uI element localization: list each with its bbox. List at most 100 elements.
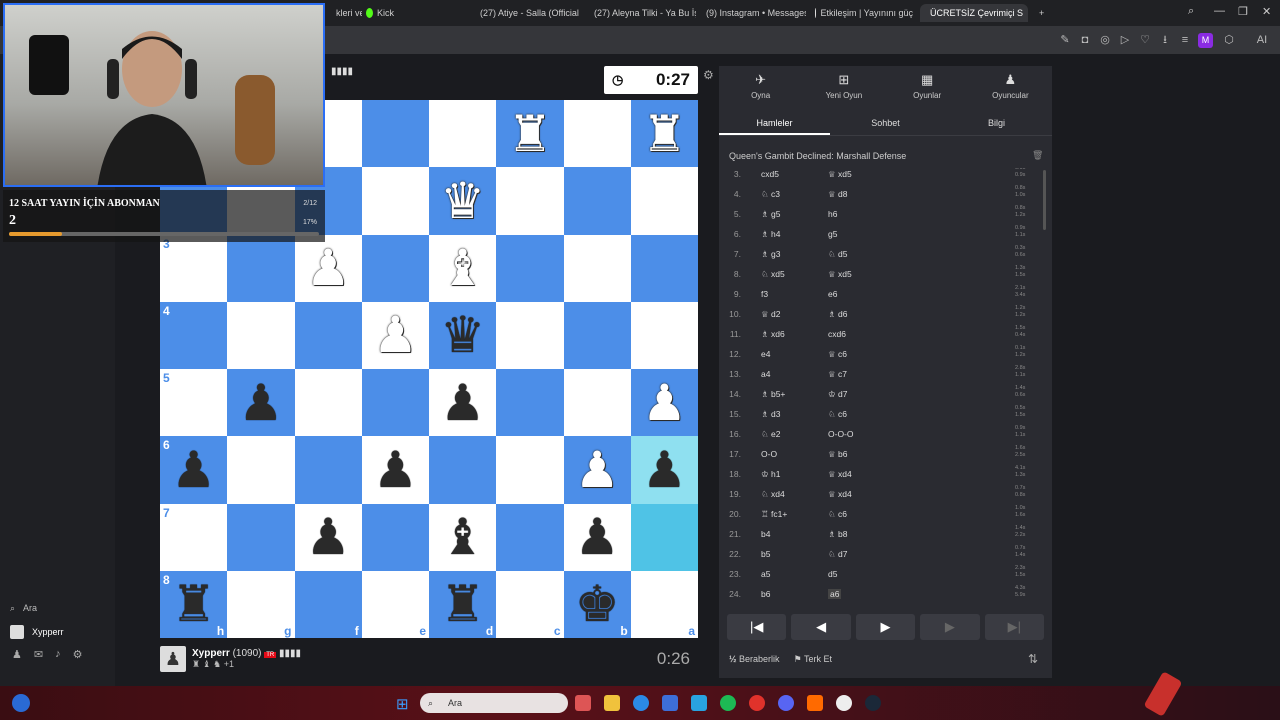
player-name[interactable]: Xypperr bbox=[192, 648, 230, 659]
board-square[interactable] bbox=[361, 369, 429, 437]
board-square[interactable] bbox=[361, 167, 429, 235]
browser-tab[interactable]: kleri ve bbox=[326, 4, 362, 22]
white-move[interactable]: ♗ d3 bbox=[761, 409, 780, 420]
black-pawn-icon[interactable]: ♟ bbox=[238, 378, 283, 428]
black-pawn-icon[interactable]: ♟ bbox=[642, 445, 687, 495]
browser-tab[interactable]: Kick bbox=[360, 4, 400, 22]
forward-button[interactable]: ▶ bbox=[920, 614, 980, 640]
board-square[interactable]: ♝ bbox=[429, 503, 497, 571]
board-square[interactable]: ♝ bbox=[429, 234, 497, 302]
sidebar-user[interactable]: Xypperr bbox=[0, 620, 115, 644]
flip-board-icon[interactable]: ⇅ bbox=[1028, 652, 1038, 666]
black-move[interactable]: ♘ d7 bbox=[828, 549, 847, 560]
board-square[interactable] bbox=[361, 100, 429, 168]
black-move[interactable]: ♕ xd4 bbox=[828, 489, 852, 500]
panel-tab[interactable]: Hamleler bbox=[719, 112, 830, 135]
white-move[interactable]: ♖ fc1+ bbox=[761, 509, 787, 520]
board-settings-icon[interactable]: ⚙ bbox=[703, 68, 714, 82]
board-square[interactable]: ♟ bbox=[563, 436, 631, 504]
board-square[interactable]: e bbox=[361, 570, 429, 638]
board-square[interactable]: ♟ bbox=[630, 436, 698, 504]
browser-tab[interactable]: (9) Instagram • Messages bbox=[696, 4, 806, 22]
board-square[interactable] bbox=[429, 436, 497, 504]
board-square[interactable]: ♜ bbox=[630, 100, 698, 168]
board-square[interactable] bbox=[496, 503, 564, 571]
browser-tab[interactable]: (27) Atiye - Salla (Official bbox=[470, 4, 582, 22]
bell-icon[interactable]: ♪ bbox=[55, 648, 61, 661]
board-square[interactable]: ♟ bbox=[429, 369, 497, 437]
profile-avatar[interactable]: M bbox=[1198, 33, 1213, 48]
panel-tab[interactable]: Bilgi bbox=[941, 112, 1052, 135]
board-square[interactable]: 4 bbox=[160, 301, 228, 369]
browser-tab[interactable]: Etkileşim | Yayınını güç bbox=[809, 4, 919, 22]
black-move[interactable]: ♗ d6 bbox=[828, 309, 847, 320]
white-move[interactable]: cxd5 bbox=[761, 169, 779, 179]
white-queen-icon[interactable]: ♛ bbox=[440, 176, 485, 226]
last-move-button[interactable]: ▶| bbox=[984, 614, 1045, 640]
panel-nav-item[interactable]: ⊞ Yeni Oyun bbox=[802, 66, 885, 106]
maximize-icon[interactable]: ❐ bbox=[1238, 5, 1248, 18]
board-square[interactable] bbox=[227, 301, 295, 369]
first-move-button[interactable]: |◀ bbox=[727, 614, 787, 640]
discord-icon[interactable] bbox=[778, 695, 794, 711]
black-rook-icon[interactable]: ♜ bbox=[440, 579, 485, 629]
black-move[interactable]: h6 bbox=[828, 209, 837, 219]
play-icon[interactable]: ▷ bbox=[1118, 33, 1132, 47]
board-square[interactable] bbox=[496, 301, 564, 369]
board-square[interactable] bbox=[496, 436, 564, 504]
board-square[interactable] bbox=[294, 369, 362, 437]
close-window-icon[interactable]: ✕ bbox=[1262, 5, 1271, 18]
black-pawn-icon[interactable]: ♟ bbox=[171, 445, 216, 495]
white-pawn-icon[interactable]: ♟ bbox=[642, 378, 687, 428]
black-move[interactable]: ♕ d8 bbox=[828, 189, 847, 200]
board-square[interactable] bbox=[227, 436, 295, 504]
edge-icon[interactable] bbox=[633, 695, 649, 711]
board-square[interactable]: ♛ bbox=[429, 301, 497, 369]
board-square[interactable]: ♟ bbox=[294, 234, 362, 302]
board-square[interactable]: ♟ bbox=[630, 369, 698, 437]
folder-icon[interactable] bbox=[604, 695, 620, 711]
player-avatar[interactable]: ♟ bbox=[160, 646, 186, 672]
white-rook-icon[interactable]: ♜ bbox=[642, 109, 687, 159]
black-move[interactable]: ♘ c6 bbox=[828, 509, 847, 520]
board-square[interactable]: ♟ bbox=[361, 301, 429, 369]
gear-icon[interactable]: ⚙ bbox=[73, 648, 83, 661]
white-move[interactable]: ♗ b5+ bbox=[761, 389, 785, 400]
draw-button[interactable]: ½ Beraberlik bbox=[729, 654, 780, 665]
taskbar-search[interactable]: ⌕ Ara bbox=[420, 693, 568, 713]
weather-icon[interactable] bbox=[12, 694, 30, 712]
mail-icon[interactable]: ✉ bbox=[34, 648, 43, 661]
white-pawn-icon[interactable]: ♟ bbox=[373, 310, 418, 360]
white-move[interactable]: b6 bbox=[761, 589, 770, 599]
steam-icon[interactable] bbox=[865, 695, 881, 711]
board-square[interactable]: c bbox=[496, 570, 564, 638]
white-move[interactable]: ♘ e2 bbox=[761, 429, 780, 440]
board-square[interactable] bbox=[496, 234, 564, 302]
white-move[interactable]: ♔ h1 bbox=[761, 469, 780, 480]
board-square[interactable] bbox=[630, 301, 698, 369]
white-move[interactable]: ♘ xd5 bbox=[761, 269, 785, 280]
board-square[interactable] bbox=[496, 167, 564, 235]
prev-move-button[interactable]: ◀ bbox=[791, 614, 851, 640]
board-square[interactable] bbox=[429, 100, 497, 168]
black-move[interactable]: a6 bbox=[828, 589, 842, 599]
board-square[interactable]: d ♜ bbox=[429, 570, 497, 638]
board-square[interactable] bbox=[630, 234, 698, 302]
resign-button[interactable]: ⚑ Terk Et bbox=[794, 654, 832, 665]
board-square[interactable] bbox=[563, 100, 631, 168]
board-square[interactable] bbox=[496, 369, 564, 437]
board-square[interactable] bbox=[227, 503, 295, 571]
app-icon[interactable] bbox=[807, 695, 823, 711]
board-square[interactable]: f bbox=[294, 570, 362, 638]
minimize-icon[interactable]: — bbox=[1214, 5, 1225, 17]
panel-nav-item[interactable]: ✈ Oyna bbox=[719, 66, 802, 106]
black-move[interactable]: g5 bbox=[828, 229, 837, 239]
black-move[interactable]: cxd6 bbox=[828, 329, 846, 339]
board-square[interactable]: a bbox=[630, 570, 698, 638]
white-move[interactable]: O-O bbox=[761, 449, 777, 459]
panel-nav-item[interactable]: ▦ Oyunlar bbox=[886, 66, 969, 106]
menu-icon[interactable]: ≡ bbox=[1178, 33, 1192, 47]
board-square[interactable]: g bbox=[227, 570, 295, 638]
black-move[interactable]: e6 bbox=[828, 289, 837, 299]
black-move[interactable]: ♕ xd5 bbox=[828, 169, 852, 180]
